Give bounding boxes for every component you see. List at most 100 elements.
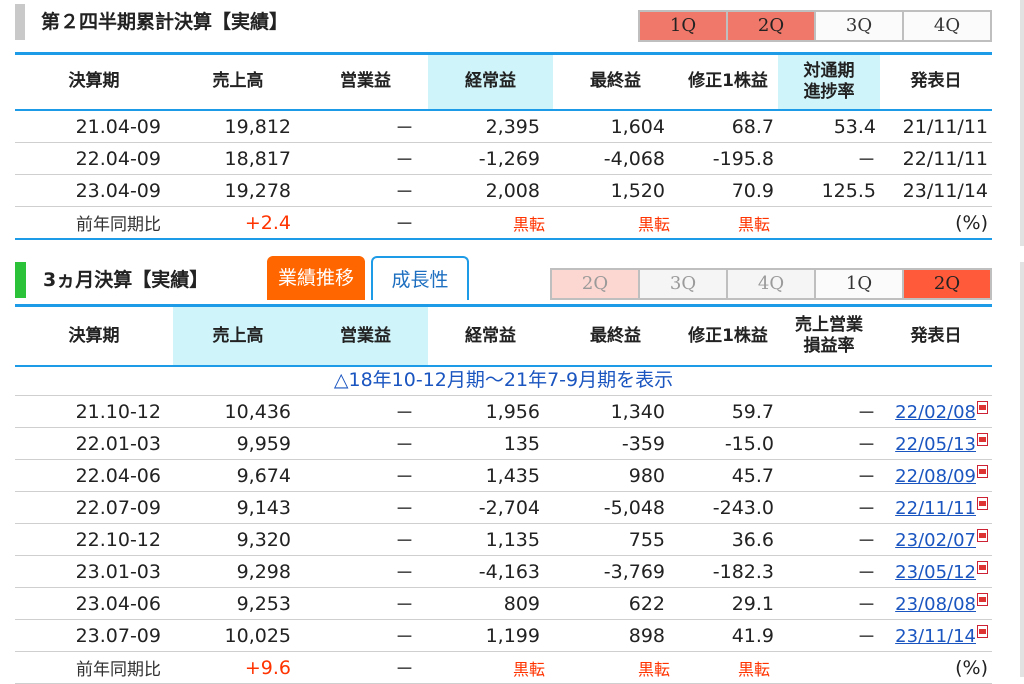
yoy-net: 黒転 — [637, 659, 670, 679]
table-row: 23.04-09 19,278 － 2,008 1,520 70.9 125.5… — [15, 175, 992, 207]
net-cell: -5,048 — [603, 496, 665, 519]
announcement-date-link[interactable]: 23/02/07 — [895, 530, 976, 551]
col-margin: 売上営業 損益率 — [795, 315, 863, 356]
sales-cell: 19,278 — [224, 179, 291, 202]
date-cell: 23/08/08 — [880, 592, 992, 615]
announcement-date-link[interactable]: 23/11/14 — [895, 626, 976, 647]
ord-cell: 1,435 — [485, 464, 540, 487]
tab-2q[interactable]: 2Q — [728, 12, 814, 40]
period-cell: 22.01-03 — [75, 432, 161, 455]
net-cell: 1,340 — [610, 400, 665, 423]
pdf-icon[interactable] — [977, 432, 988, 446]
period-cell: 23.01-03 — [75, 560, 161, 583]
margin-cell: － — [856, 562, 876, 584]
header-top-rule — [15, 52, 992, 55]
period-cell: 22.04-06 — [75, 464, 161, 487]
announcement-date-link[interactable]: 22/08/09 — [895, 466, 976, 487]
announcement-date-link[interactable]: 22/11/11 — [895, 498, 976, 519]
col-sales: 売上高 — [173, 307, 303, 365]
col-net: 最終益 — [590, 325, 641, 346]
yoy-sales: +9.6 — [244, 656, 291, 679]
pdf-icon[interactable] — [977, 528, 988, 542]
pdf-icon[interactable] — [977, 624, 988, 638]
op-cell: － — [394, 498, 414, 520]
period-cell: 23.04-09 — [75, 179, 161, 202]
tab-1q[interactable]: 1Q — [816, 270, 902, 298]
eps-cell: -182.3 — [712, 560, 774, 583]
net-cell: 1,604 — [610, 115, 665, 138]
tab-performance-trend[interactable]: 業績推移 — [267, 256, 365, 300]
section-header: 第２四半期累計決算【実績】 1Q 2Q 3Q 4Q — [15, 0, 992, 42]
col-period: 決算期 — [68, 325, 120, 346]
pdf-icon[interactable] — [977, 560, 988, 574]
pdf-icon[interactable] — [977, 400, 988, 414]
ord-cell: -4,163 — [478, 560, 540, 583]
col-period: 決算期 — [68, 71, 120, 91]
table-row: 22.04-06 9,674 － 1,435 980 45.7 － 22/08/09 — [15, 460, 992, 492]
tab-4q[interactable]: 4Q — [728, 270, 814, 298]
title-text: 第２四半期累計決算【実績】 — [41, 11, 289, 33]
col-progress: 対通期 進捗率 — [778, 54, 880, 109]
ord-cell: -2,704 — [478, 496, 540, 519]
yoy-unit: (%) — [955, 211, 988, 234]
table-row: 22.04-09 18,817 － -1,269 -4,068 -195.8 －… — [15, 143, 992, 175]
tab-3q[interactable]: 3Q — [640, 270, 726, 298]
table-row: 21.04-09 19,812 － 2,395 1,604 68.7 53.4 … — [15, 111, 992, 143]
progress-cell: － — [856, 149, 876, 171]
cumulative-rows: 21.04-09 19,812 － 2,395 1,604 68.7 53.4 … — [15, 111, 992, 240]
col-date: 発表日 — [910, 71, 962, 91]
ord-cell: 1,199 — [485, 624, 540, 647]
date-cell: 23/02/07 — [880, 528, 992, 551]
sales-cell: 9,143 — [236, 496, 291, 519]
period-cell: 21.04-09 — [75, 115, 161, 138]
scrollbar-track[interactable] — [1020, 0, 1024, 246]
announcement-date-link[interactable]: 23/08/08 — [895, 594, 976, 615]
quarter-tabs: 1Q 2Q 3Q 4Q — [638, 10, 992, 42]
pdf-icon[interactable] — [977, 592, 988, 606]
net-cell: 898 — [628, 624, 665, 647]
col-date: 発表日 — [910, 325, 962, 346]
margin-cell: － — [856, 530, 876, 552]
op-cell: － — [394, 562, 414, 584]
yoy-eps: 黒転 — [737, 214, 770, 234]
period-cell: 22.04-09 — [75, 147, 161, 170]
tab-1q[interactable]: 1Q — [640, 12, 726, 40]
date-cell: 22/11/11 — [902, 147, 988, 170]
table-row: 23.01-03 9,298 － -4,163 -3,769 -182.3 － 23/05/1… — [15, 556, 992, 588]
cumulative-section: 第２四半期累計決算【実績】 1Q 2Q 3Q 4Q 決算期 売上高 営業益 経常… — [15, 0, 992, 240]
sales-cell: 9,674 — [236, 464, 291, 487]
title-marker — [15, 262, 26, 298]
yoy-eps: 黒転 — [737, 659, 770, 679]
show-older-periods-link[interactable]: △18年10-12月期～21年7-9月期を表示 — [15, 365, 992, 396]
col-operating: 営業益 — [340, 71, 391, 91]
period-cell: 22.10-12 — [75, 528, 161, 551]
period-cell: 21.10-12 — [75, 400, 161, 423]
tab-growth[interactable]: 成長性 — [371, 256, 469, 300]
yoy-unit: (%) — [955, 656, 988, 679]
op-cell: － — [394, 594, 414, 616]
eps-cell: 70.9 — [731, 179, 774, 202]
scrollbar-track-lower[interactable] — [1020, 262, 1024, 677]
ord-cell: 2,008 — [485, 179, 540, 202]
tab-4q[interactable]: 4Q — [904, 12, 990, 40]
table-header-wrap: 決算期 売上高 営業益 経常益 最終益 修正1株益 対通期 進捗率 発表日 — [15, 52, 992, 111]
date-cell: 22/08/09 — [880, 464, 992, 487]
col-eps: 修正1株益 — [688, 71, 768, 91]
date-cell: 21/11/11 — [902, 115, 988, 138]
section-title: 3ヵ月決算【実績】 — [15, 262, 208, 298]
eps-cell: 41.9 — [731, 624, 774, 647]
yoy-net: 黒転 — [637, 214, 670, 234]
ord-cell: 2,395 — [485, 115, 540, 138]
tab-2q-prev[interactable]: 2Q — [552, 270, 638, 298]
tab-2q-current[interactable]: 2Q — [904, 270, 990, 298]
op-cell: － — [394, 434, 414, 456]
pdf-icon[interactable] — [977, 464, 988, 478]
sales-cell: 9,959 — [236, 432, 291, 455]
announcement-date-link[interactable]: 22/02/08 — [895, 402, 976, 423]
announcement-date-link[interactable]: 22/05/13 — [895, 434, 976, 455]
tab-3q[interactable]: 3Q — [816, 12, 902, 40]
col-sales: 売上高 — [212, 71, 264, 91]
eps-cell: 59.7 — [731, 400, 774, 423]
pdf-icon[interactable] — [977, 496, 988, 510]
announcement-date-link[interactable]: 23/05/12 — [895, 562, 976, 583]
